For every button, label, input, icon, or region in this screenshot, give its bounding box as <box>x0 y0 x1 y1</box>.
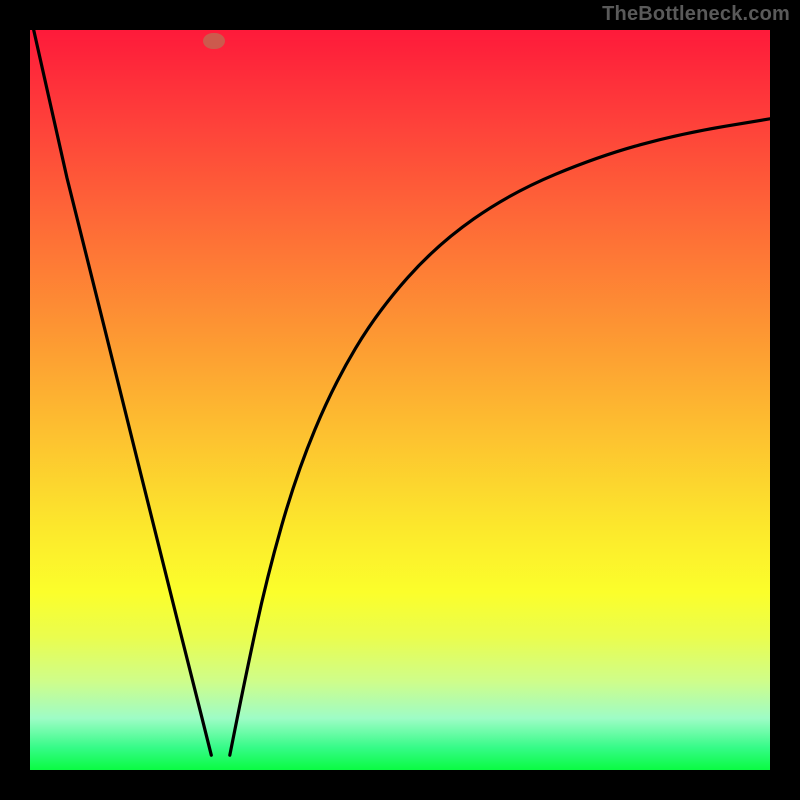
optimum-dot <box>203 33 225 49</box>
border-left <box>0 0 30 800</box>
bottleneck-curve <box>30 30 770 770</box>
border-right <box>770 0 800 800</box>
chart-frame: TheBottleneck.com <box>0 0 800 800</box>
border-bottom <box>0 770 800 800</box>
attribution-text: TheBottleneck.com <box>602 3 790 26</box>
